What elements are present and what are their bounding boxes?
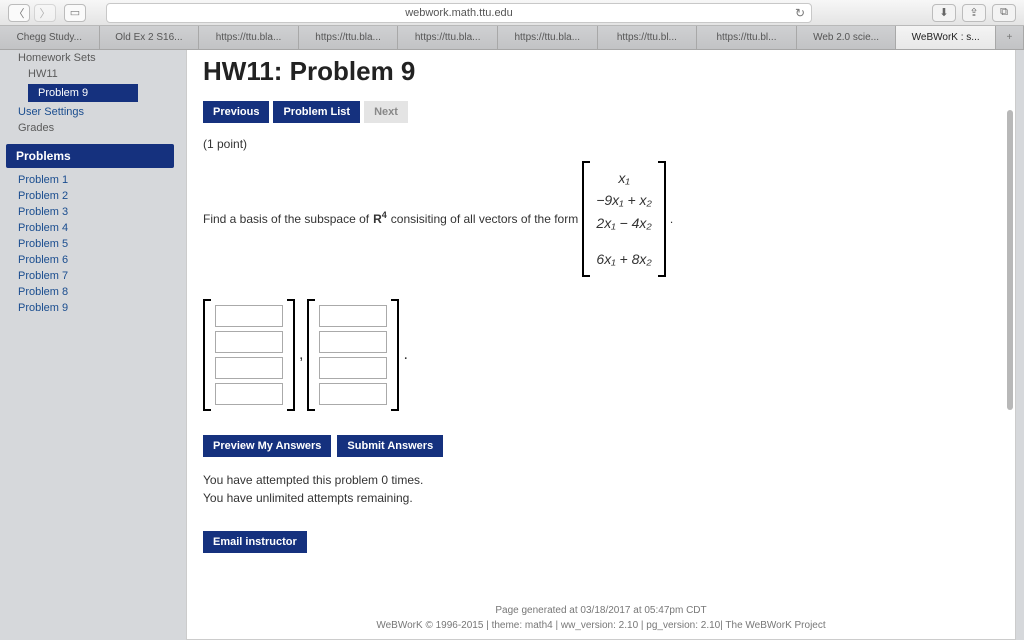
url-text: webwork.math.ttu.edu: [405, 7, 513, 19]
tab-0[interactable]: Chegg Study...: [0, 26, 100, 49]
share-icon[interactable]: ⇪: [962, 4, 986, 22]
tab-8[interactable]: Web 2.0 scie...: [797, 26, 897, 49]
homework-sets-link[interactable]: Homework Sets: [0, 50, 180, 66]
preview-answers-button[interactable]: Preview My Answers: [203, 435, 331, 457]
problem-list-button[interactable]: Problem List: [273, 101, 360, 123]
problem-link-5[interactable]: Problem 5: [0, 236, 180, 252]
problems-header: Problems: [6, 144, 174, 168]
problem-link-6[interactable]: Problem 6: [0, 252, 180, 268]
problem-link-9[interactable]: Problem 9: [0, 300, 180, 316]
answer-1-1[interactable]: [215, 305, 283, 327]
answer-1-3[interactable]: [215, 357, 283, 379]
answer-vector-1: [203, 299, 295, 411]
tabs-icon[interactable]: ⧉: [992, 4, 1016, 22]
previous-button[interactable]: Previous: [203, 101, 269, 123]
answer-1-2[interactable]: [215, 331, 283, 353]
answer-1-4[interactable]: [215, 383, 283, 405]
current-problem-indicator: Problem 9: [28, 84, 138, 102]
sidebar: Homework Sets HW11 Problem 9 User Settin…: [0, 50, 186, 640]
tab-9[interactable]: WeBWorK : s...: [896, 26, 996, 49]
answer-row: , .: [203, 299, 999, 411]
answer-2-2[interactable]: [319, 331, 387, 353]
sidebar-toggle-button[interactable]: ▭: [64, 4, 86, 22]
given-vector: x₁ −9x₁ + x₂ 2x₁ − 4x₂ 6x₁ + 8x₂: [582, 161, 666, 277]
tab-4[interactable]: https://ttu.bla...: [398, 26, 498, 49]
grades-link[interactable]: Grades: [0, 120, 180, 136]
problem-link-4[interactable]: Problem 4: [0, 220, 180, 236]
hw11-link[interactable]: HW11: [0, 66, 180, 82]
new-tab-button[interactable]: +: [996, 26, 1024, 49]
user-settings-link[interactable]: User Settings: [0, 104, 180, 120]
forward-button[interactable]: 〉: [34, 4, 56, 22]
problem-link-2[interactable]: Problem 2: [0, 188, 180, 204]
download-icon[interactable]: ⬇: [932, 4, 956, 22]
tab-strip: Chegg Study... Old Ex 2 S16... https://t…: [0, 26, 1024, 50]
back-button[interactable]: 〈: [8, 4, 30, 22]
tab-6[interactable]: https://ttu.bl...: [598, 26, 698, 49]
next-button[interactable]: Next: [364, 101, 408, 123]
submit-answers-button[interactable]: Submit Answers: [337, 435, 443, 457]
scrollbar[interactable]: [1007, 110, 1013, 410]
points-label: (1 point): [203, 137, 999, 151]
url-bar[interactable]: webwork.math.ttu.edu ↻: [106, 3, 812, 23]
email-instructor-button[interactable]: Email instructor: [203, 531, 307, 553]
tab-7[interactable]: https://ttu.bl...: [697, 26, 797, 49]
answer-2-1[interactable]: [319, 305, 387, 327]
tab-5[interactable]: https://ttu.bla...: [498, 26, 598, 49]
tab-2[interactable]: https://ttu.bla...: [199, 26, 299, 49]
attempts-info: You have attempted this problem 0 times.…: [203, 471, 999, 507]
tab-1[interactable]: Old Ex 2 S16...: [100, 26, 200, 49]
question-text: Find a basis of the subspace of R4 consi…: [203, 161, 999, 277]
browser-toolbar: 〈 〉 ▭ webwork.math.ttu.edu ↻ ⬇ ⇪ ⧉: [0, 0, 1024, 26]
reload-icon[interactable]: ↻: [795, 6, 805, 20]
problem-link-1[interactable]: Problem 1: [0, 172, 180, 188]
problem-link-7[interactable]: Problem 7: [0, 268, 180, 284]
page-title: HW11: Problem 9: [203, 56, 999, 87]
answer-2-3[interactable]: [319, 357, 387, 379]
problem-link-8[interactable]: Problem 8: [0, 284, 180, 300]
page-footer: Page generated at 03/18/2017 at 05:47pm …: [203, 603, 999, 633]
tab-3[interactable]: https://ttu.bla...: [299, 26, 399, 49]
answer-vector-2: [307, 299, 399, 411]
answer-2-4[interactable]: [319, 383, 387, 405]
problem-link-3[interactable]: Problem 3: [0, 204, 180, 220]
content-area: HW11: Problem 9 Previous Problem List Ne…: [186, 50, 1016, 640]
